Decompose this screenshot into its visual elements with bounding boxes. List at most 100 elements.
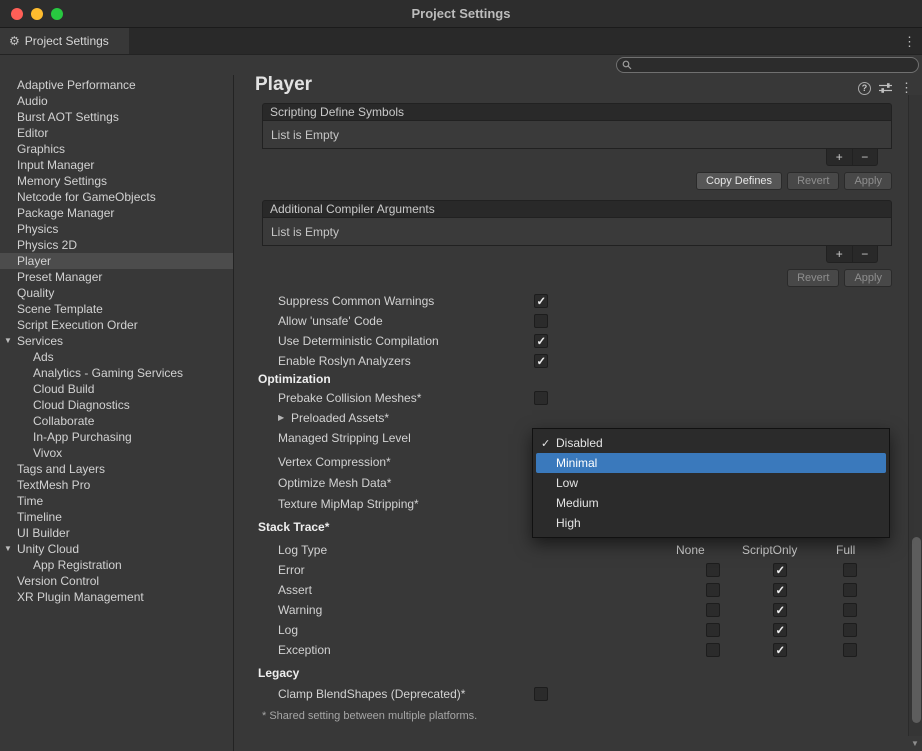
sidebar-item-memory-settings[interactable]: Memory Settings [0,173,233,189]
sidebar-item-services[interactable]: ▼Services [0,333,233,349]
sidebar-item-cloud-diagnostics[interactable]: Cloud Diagnostics [0,397,233,413]
copy-defines-button[interactable]: Copy Defines [696,172,782,190]
checkbox-assert-none[interactable] [706,583,720,597]
checkbox-error-none[interactable] [706,563,720,577]
checkbox-exception-none[interactable] [706,643,720,657]
checkbox-log-script-only[interactable] [773,623,787,637]
stack-trace-section-header: Stack Trace* [258,520,329,534]
checkbox-allow-unsafe-code[interactable] [534,314,548,328]
dropdown-option-disabled[interactable]: ✓Disabled [533,433,889,453]
sidebar-item-physics[interactable]: Physics [0,221,233,237]
sidebar-item-in-app-purchasing[interactable]: In-App Purchasing [0,429,233,445]
sidebar-item-preset-manager[interactable]: Preset Manager [0,269,233,285]
presets-icon[interactable] [879,82,892,94]
checkbox-use-deterministic-compilation[interactable] [534,334,548,348]
sidebar-item-version-control[interactable]: Version Control [0,573,233,589]
sidebar-item-label: Package Manager [17,206,114,220]
sidebar-item-vivox[interactable]: Vivox [0,445,233,461]
checkbox-enable-roslyn-analyzers[interactable] [534,354,548,368]
titlebar: Project Settings [0,0,922,28]
sidebar-item-time[interactable]: Time [0,493,233,509]
sds-revert-button[interactable]: Revert [787,172,839,190]
dropdown-option-low[interactable]: Low [533,473,889,493]
sidebar-item-label: Physics [17,222,58,236]
scroll-down-icon[interactable]: ▼ [908,736,922,751]
sidebar-item-timeline[interactable]: Timeline [0,509,233,525]
close-button[interactable] [11,8,23,20]
sidebar-item-label: Unity Cloud [17,542,79,556]
sidebar-item-ui-builder[interactable]: UI Builder [0,525,233,541]
sidebar-item-graphics[interactable]: Graphics [0,141,233,157]
dropdown-option-minimal[interactable]: Minimal [536,453,886,473]
checkbox-warning-full[interactable] [843,603,857,617]
field-label: Optimize Mesh Data* [278,476,391,490]
sds-remove-button[interactable]: − [852,149,878,165]
checkbox-assert-script-only[interactable] [773,583,787,597]
sidebar-item-cloud-build[interactable]: Cloud Build [0,381,233,397]
sidebar-item-audio[interactable]: Audio [0,93,233,109]
panel-more-icon[interactable]: ⋮ [900,80,913,96]
foldout-open-icon[interactable]: ▼ [4,544,12,553]
sidebar-item-scene-template[interactable]: Scene Template [0,301,233,317]
column-scriptonly-label: ScriptOnly [742,543,797,557]
sidebar-item-editor[interactable]: Editor [0,125,233,141]
checkbox-exception-full[interactable] [843,643,857,657]
vertical-scrollbar[interactable] [908,95,922,736]
sidebar-item-quality[interactable]: Quality [0,285,233,301]
checkbox-warning-script-only[interactable] [773,603,787,617]
sidebar-item-input-manager[interactable]: Input Manager [0,157,233,173]
minimize-button[interactable] [31,8,43,20]
search-box[interactable] [616,57,919,73]
checkbox-clamp-blendshapes[interactable] [534,687,548,701]
sidebar-item-physics-2d[interactable]: Physics 2D [0,237,233,253]
checkbox-log-full[interactable] [843,623,857,637]
aca-remove-button[interactable]: − [852,246,878,262]
sds-add-button[interactable]: + [827,149,852,165]
sds-apply-button[interactable]: Apply [844,172,892,190]
checkbox-error-full[interactable] [843,563,857,577]
sidebar-item-label: Timeline [17,510,62,524]
checkbox-error-script-only[interactable] [773,563,787,577]
sidebar-item-collaborate[interactable]: Collaborate [0,413,233,429]
tab-project-settings[interactable]: ⚙ Project Settings [0,28,129,54]
sidebar-item-script-execution-order[interactable]: Script Execution Order [0,317,233,333]
sidebar-item-burst-aot-settings[interactable]: Burst AOT Settings [0,109,233,125]
dropdown-option-label: Minimal [556,456,597,470]
sidebar-item-label: Quality [17,286,54,300]
checkbox-exception-script-only[interactable] [773,643,787,657]
checkbox-assert-full[interactable] [843,583,857,597]
foldout-open-icon[interactable]: ▼ [4,336,12,345]
aca-revert-button[interactable]: Revert [787,269,839,287]
sidebar-item-xr-plugin-management[interactable]: XR Plugin Management [0,589,233,605]
sidebar-item-tags-and-layers[interactable]: Tags and Layers [0,461,233,477]
player-settings-panel: Player ? ⋮ Scripting Define Symbols List… [234,75,922,751]
scrollbar-thumb[interactable] [912,537,921,723]
managed-stripping-level-dropdown-popup: ✓Disabled Minimal LowMediumHigh [532,428,890,538]
settings-sidebar: Adaptive PerformanceAudioBurst AOT Setti… [0,75,234,751]
field-prebake-collision-meshes: Prebake Collision Meshes* [234,388,894,408]
search-icon [622,60,632,70]
checkbox-suppress-common-warnings[interactable] [534,294,548,308]
sidebar-item-netcode-for-gameobjects[interactable]: Netcode for GameObjects [0,189,233,205]
list-empty-label: List is Empty [271,128,339,142]
aca-apply-button[interactable]: Apply [844,269,892,287]
sidebar-item-package-manager[interactable]: Package Manager [0,205,233,221]
checkbox-prebake-collision-meshes[interactable] [534,391,548,405]
aca-add-button[interactable]: + [827,246,852,262]
sidebar-item-ads[interactable]: Ads [0,349,233,365]
sidebar-item-textmesh-pro[interactable]: TextMesh Pro [0,477,233,493]
foldout-closed-icon[interactable]: ▶ [278,413,284,422]
dropdown-option-medium[interactable]: Medium [533,493,889,513]
checkbox-log-none[interactable] [706,623,720,637]
sidebar-item-player[interactable]: Player [0,253,233,269]
tab-menu-icon[interactable]: ⋮ [903,34,916,50]
sidebar-item-app-registration[interactable]: App Registration [0,557,233,573]
sidebar-item-unity-cloud[interactable]: ▼ Unity Cloud [0,541,233,557]
sidebar-item-analytics-gaming-services[interactable]: Analytics - Gaming Services [0,365,233,381]
dropdown-option-high[interactable]: High [533,513,889,533]
help-icon[interactable]: ? [858,82,871,95]
checkbox-warning-none[interactable] [706,603,720,617]
zoom-button[interactable] [51,8,63,20]
search-input[interactable] [636,59,913,71]
sidebar-item-adaptive-performance[interactable]: Adaptive Performance [0,77,233,93]
